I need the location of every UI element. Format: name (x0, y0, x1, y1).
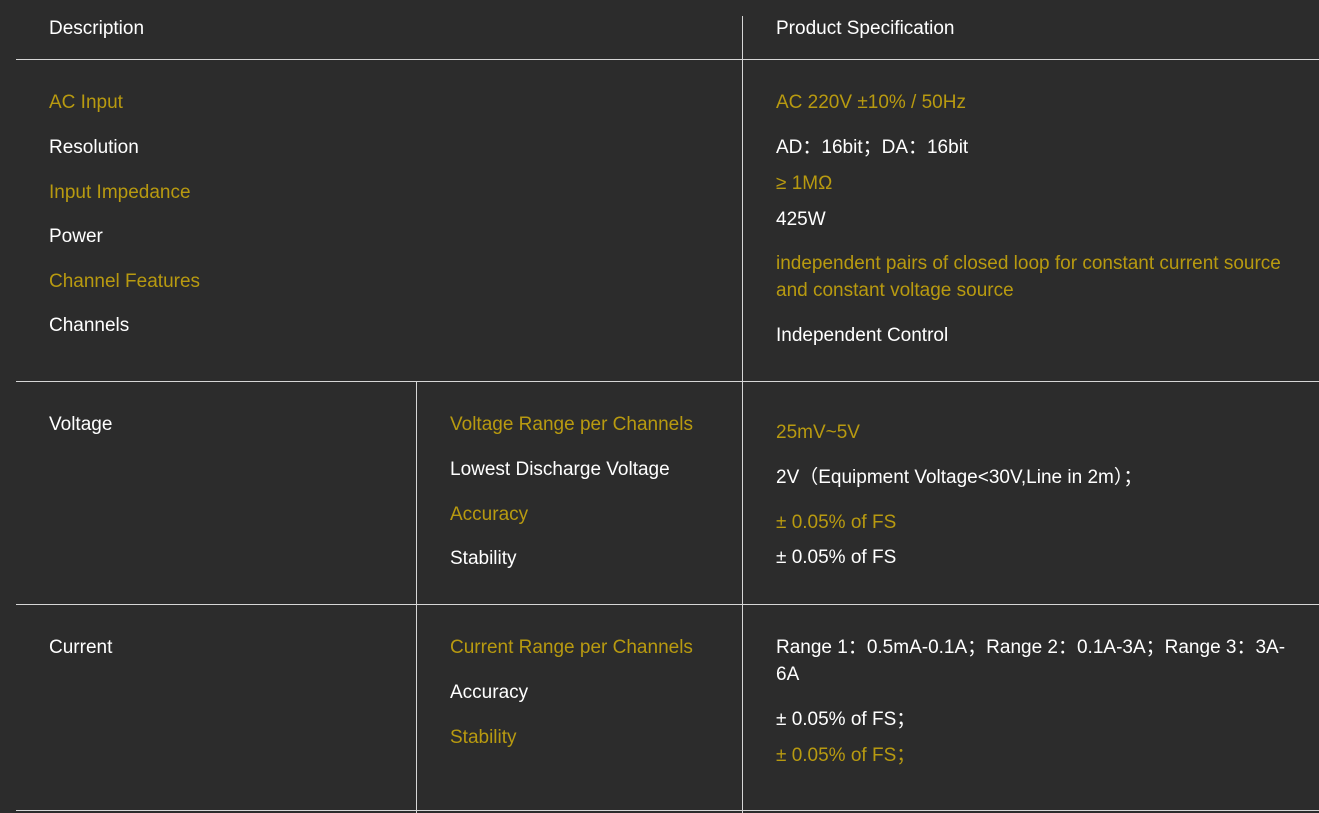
label-resolution: Resolution (49, 137, 139, 158)
column-divider-spec (742, 16, 743, 813)
value-current-accuracy: ± 0.05% of FS； (776, 709, 916, 730)
row-divider-voltage (16, 604, 1319, 605)
row-divider-general (16, 381, 1319, 382)
header-product-specification: Product Specification (776, 18, 955, 39)
value-ac-input: AC 220V ±10% / 50Hz (776, 92, 966, 113)
value-voltage-accuracy: ± 0.05% of FS (776, 512, 897, 533)
header-divider (16, 59, 1319, 60)
label-ac-input: AC Input (49, 92, 123, 113)
label-current-range: Current Range per Channels (450, 637, 693, 658)
label-lowest-discharge-voltage: Lowest Discharge Voltage (450, 459, 670, 480)
value-channels: Independent Control (776, 325, 949, 346)
value-voltage-stability: ± 0.05% of FS (776, 547, 897, 568)
value-voltage-range: 25mV~5V (776, 422, 860, 443)
label-voltage-range: Voltage Range per Channels (450, 414, 693, 435)
label-current-accuracy: Accuracy (450, 682, 529, 703)
label-power: Power (49, 226, 103, 247)
label-input-impedance: Input Impedance (49, 182, 191, 203)
category-voltage: Voltage (49, 414, 113, 435)
category-current: Current (49, 637, 113, 658)
label-voltage-stability: Stability (450, 548, 517, 569)
value-current-stability: ± 0.05% of FS； (776, 745, 916, 766)
label-current-stability: Stability (450, 727, 517, 748)
label-channel-features: Channel Features (49, 271, 201, 292)
value-input-impedance: ≥ 1MΩ (776, 173, 833, 194)
value-power: 425W (776, 209, 826, 230)
label-voltage-accuracy: Accuracy (450, 504, 529, 525)
column-divider-sub (416, 381, 417, 813)
value-lowest-discharge-voltage: 2V（Equipment Voltage<30V,Line in 2m）； (776, 467, 1143, 488)
row-divider-current (16, 810, 1319, 811)
header-description: Description (49, 18, 145, 39)
value-current-range: Range 1：0.5mA-0.1A；Range 2：0.1A-3A；Range… (776, 637, 1286, 685)
value-resolution: AD：16bit；DA：16bit (776, 137, 969, 158)
value-channel-features: independent pairs of closed loop for con… (776, 253, 1281, 301)
label-channels: Channels (49, 315, 130, 336)
